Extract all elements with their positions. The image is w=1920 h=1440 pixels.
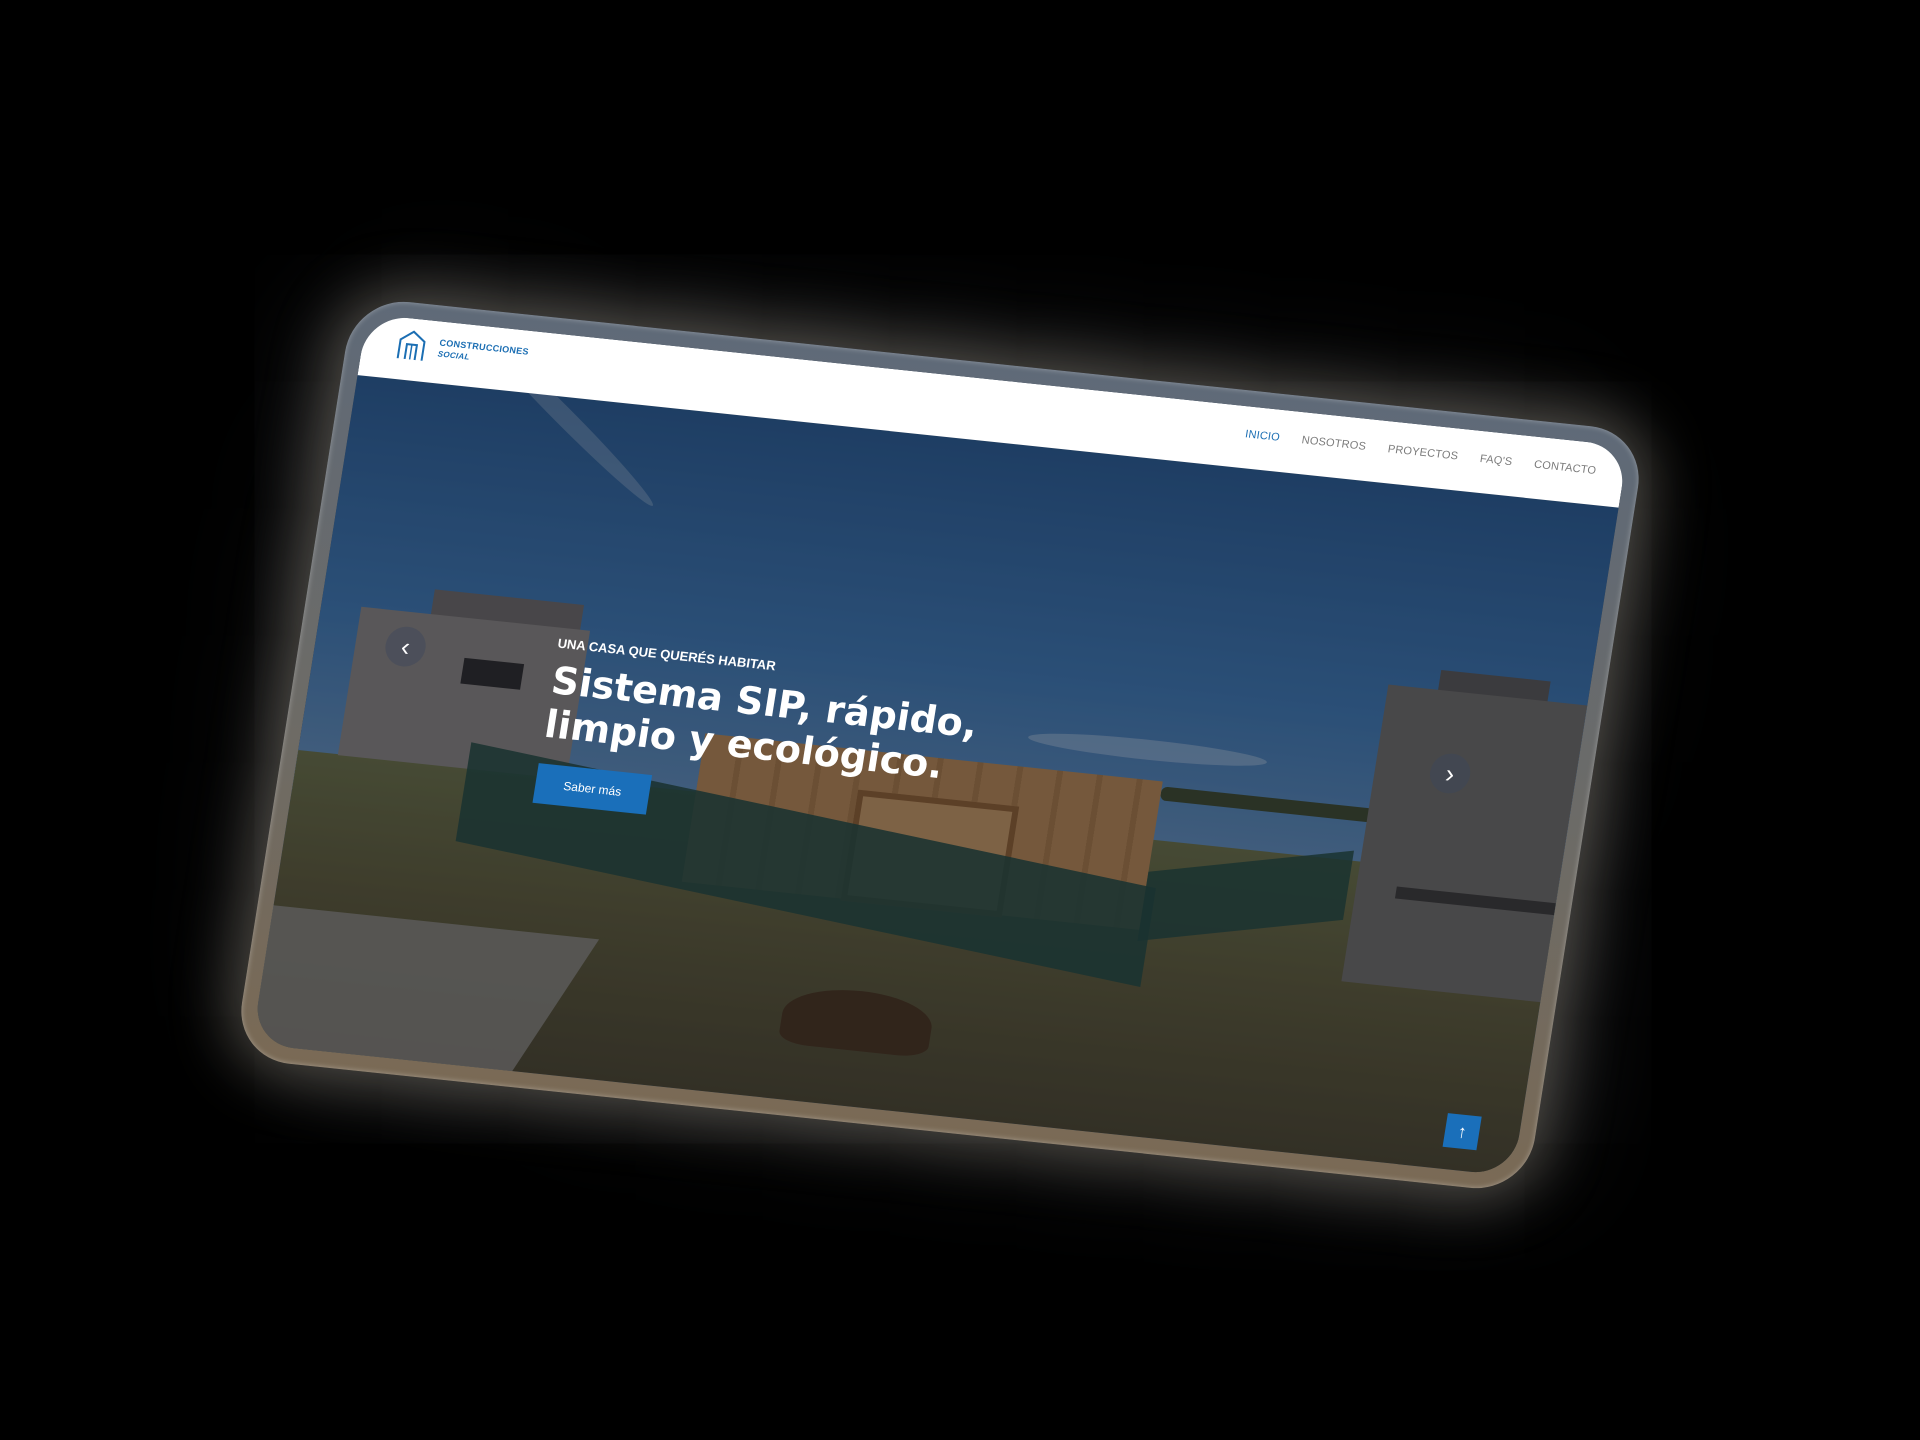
back-to-top-button[interactable]: ↑ — [1442, 1113, 1482, 1151]
house-logo-icon — [396, 330, 426, 361]
nav-item-inicio[interactable]: INICIO — [1244, 428, 1281, 444]
chevron-right-icon: › — [1443, 758, 1457, 789]
nav-item-contacto[interactable]: CONTACTO — [1533, 459, 1597, 477]
nav-item-nosotros[interactable]: NOSOTROS — [1301, 434, 1367, 453]
logo-wordmark: CONSTRUCCIONES SOCIAL — [437, 338, 530, 369]
hero-slider: UNA CASA QUE QUERÉS HABITAR Sistema SIP,… — [251, 375, 1619, 1177]
nav-item-proyectos[interactable]: PROYECTOS — [1387, 443, 1459, 462]
chevron-left-icon: ‹ — [398, 631, 413, 662]
tablet-device: CONSTRUCCIONES SOCIAL INICIO NOSOTROS PR… — [233, 296, 1647, 1194]
arrow-up-icon: ↑ — [1456, 1120, 1469, 1142]
main-nav: INICIO NOSOTROS PROYECTOS FAQ'S CONTACTO — [1244, 428, 1597, 477]
website-screen: CONSTRUCCIONES SOCIAL INICIO NOSOTROS PR… — [251, 313, 1629, 1177]
nav-item-faqs[interactable]: FAQ'S — [1479, 453, 1513, 468]
site-logo[interactable]: CONSTRUCCIONES SOCIAL — [394, 327, 530, 374]
stage-background: CONSTRUCCIONES SOCIAL INICIO NOSOTROS PR… — [0, 0, 1920, 1440]
